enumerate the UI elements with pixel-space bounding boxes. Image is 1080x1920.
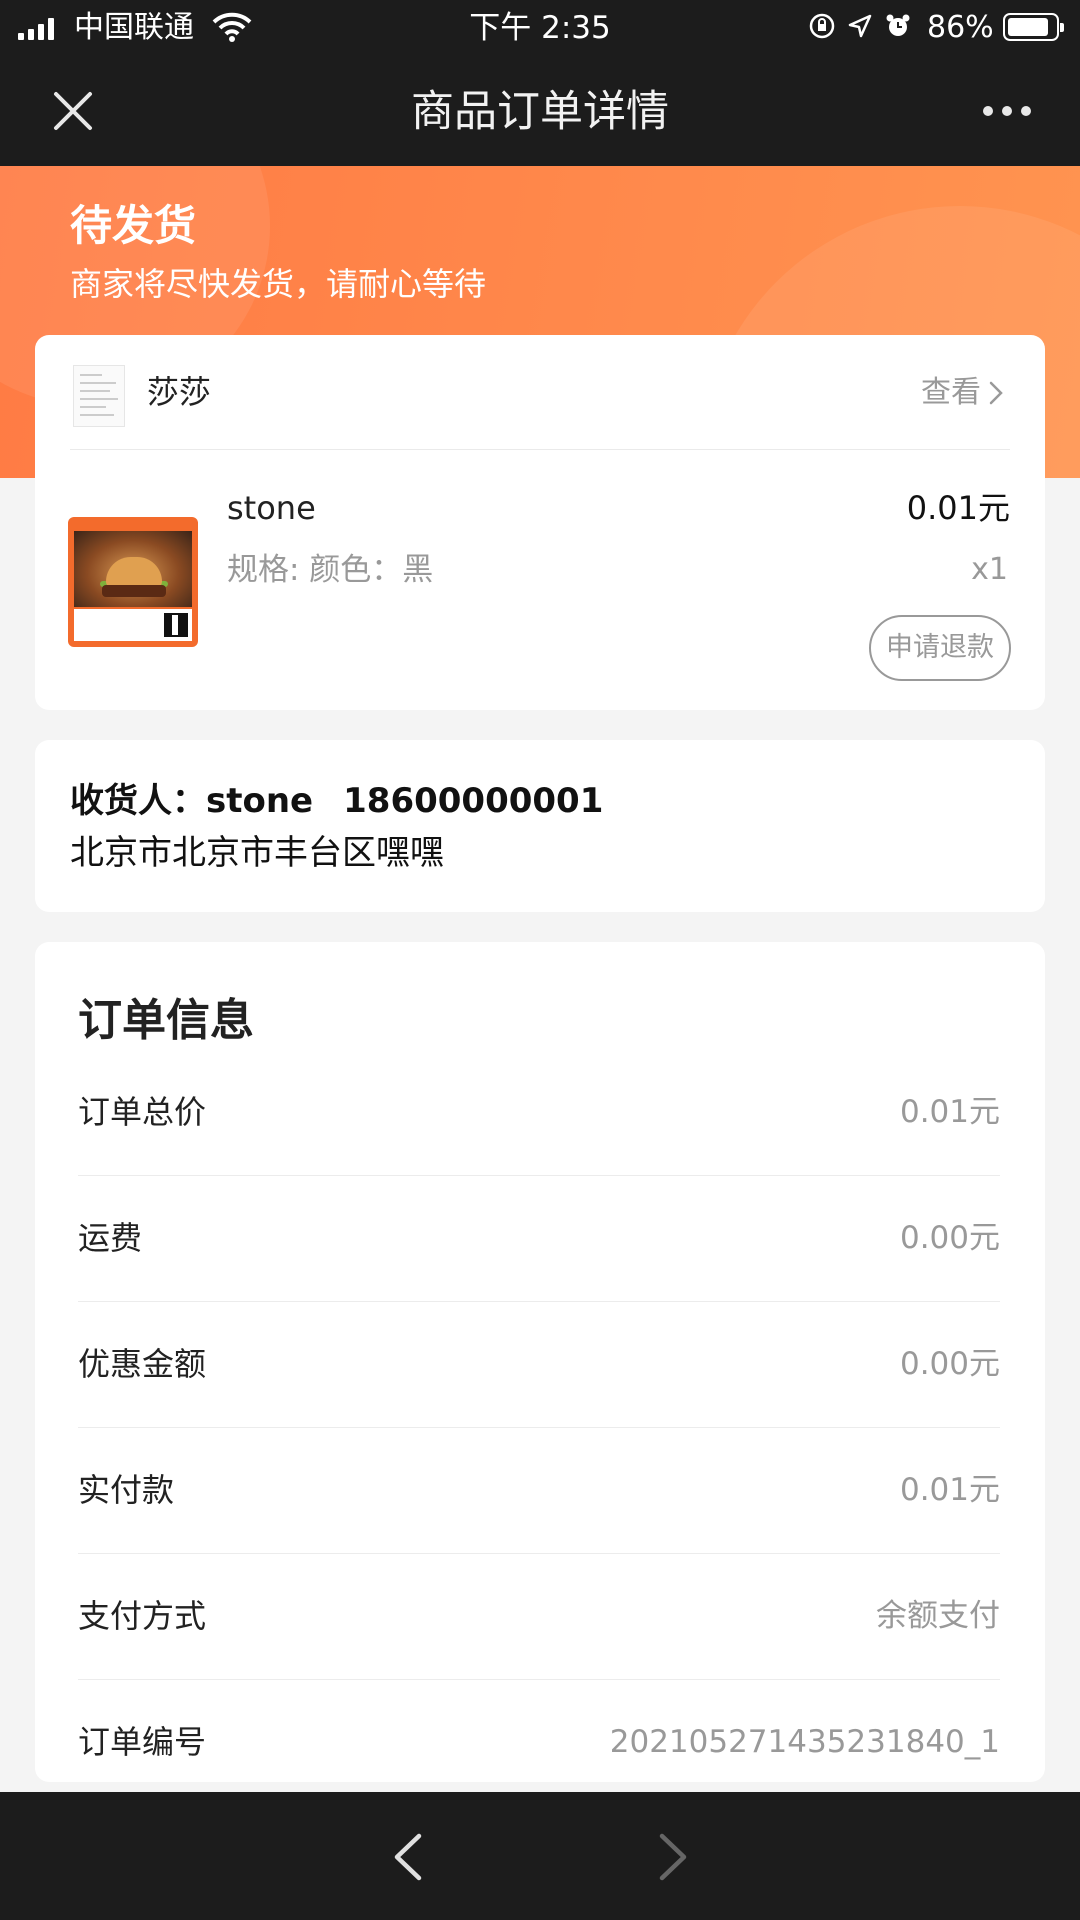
order-row-label: 实付款 xyxy=(78,1471,175,1509)
product-price: 0.01元 xyxy=(906,489,1010,527)
page-title: 商品订单详情 xyxy=(411,87,669,137)
recipient-label: 收货人： xyxy=(70,781,206,821)
order-row-value: 0.00元 xyxy=(899,1220,1000,1256)
bottom-toolbar xyxy=(0,1792,1080,1920)
order-state-description: 商家将尽快发货，请耐心等待 xyxy=(70,265,487,303)
address-card: 收货人：stone 18600000001 北京市北京市丰台区嘿嘿 xyxy=(35,740,1045,912)
location-icon xyxy=(848,14,872,38)
recipient-phone: 18600000001 xyxy=(343,781,604,821)
order-row-shipping: 运费 0.00元 xyxy=(78,1176,1000,1302)
product-spec: 规格: 颜色：黑 xyxy=(227,552,434,588)
recipient-name: stone xyxy=(206,781,314,821)
order-row-value: 0.00元 xyxy=(899,1346,1000,1382)
order-row-total: 订单总价 0.01元 xyxy=(78,1050,1000,1176)
shop-view-link[interactable]: 查看 xyxy=(921,373,1005,413)
more-icon[interactable] xyxy=(975,94,1039,128)
battery-icon xyxy=(1003,13,1064,41)
order-row-label: 订单总价 xyxy=(78,1093,207,1131)
order-row-value: 0.01元 xyxy=(899,1094,1000,1130)
product-image[interactable] xyxy=(68,517,198,647)
order-row-paid: 实付款 0.01元 xyxy=(78,1428,1000,1554)
shop-logo xyxy=(73,365,125,427)
order-row-value: 余额支付 xyxy=(876,1598,1000,1634)
divider xyxy=(70,449,1010,450)
order-row-discount: 优惠金额 0.00元 xyxy=(78,1302,1000,1428)
order-row-label: 优惠金额 xyxy=(78,1345,207,1383)
back-arrow-icon[interactable] xyxy=(385,1830,433,1884)
shop-view-label: 查看 xyxy=(921,375,981,410)
shipping-address: 北京市北京市丰台区嘿嘿 xyxy=(70,833,444,873)
product-name: stone xyxy=(227,489,316,527)
shop-row[interactable]: 莎莎 查看 xyxy=(35,335,1045,450)
refund-button[interactable]: 申请退款 xyxy=(869,615,1011,681)
status-right-icons xyxy=(808,12,912,40)
order-row-label: 运费 xyxy=(78,1219,143,1257)
battery-fill xyxy=(1008,18,1048,36)
order-info-title: 订单信息 xyxy=(78,995,254,1046)
order-row-label: 订单编号 xyxy=(78,1723,207,1761)
battery-percent: 86% xyxy=(927,10,994,45)
status-time: 下午 2:35 xyxy=(469,10,611,46)
order-state: 待发货 xyxy=(70,201,197,250)
qr-code-icon xyxy=(164,613,188,637)
status-bar: 中国联通 下午 2:35 86% xyxy=(0,0,1080,56)
order-info-card: 订单信息 订单总价 0.01元 运费 0.00元 优惠金额 0.00元 实付款 … xyxy=(35,942,1045,1782)
chevron-right-icon xyxy=(989,381,1003,405)
nav-bar: 商品订单详情 xyxy=(0,56,1080,166)
recipient-line: 收货人：stone 18600000001 xyxy=(70,778,603,824)
product-card: 莎莎 查看 stone 0.01元 规格: 颜色：黑 x1 申请退款 xyxy=(35,335,1045,710)
order-row-payment-method: 支付方式 余额支付 xyxy=(78,1554,1000,1680)
forward-arrow-icon[interactable] xyxy=(648,1830,696,1884)
order-row-order-number: 订单编号 20210527143523184​0_1 xyxy=(78,1680,1000,1806)
alarm-icon xyxy=(886,14,910,36)
order-number-value: 20210527143523184​0_1 xyxy=(609,1724,1000,1760)
product-quantity: x1 xyxy=(971,552,1008,587)
rotation-lock-icon xyxy=(809,13,835,39)
order-row-value: 0.01元 xyxy=(899,1472,1000,1508)
shop-name: 莎莎 xyxy=(147,373,212,411)
order-row-label: 支付方式 xyxy=(78,1597,207,1635)
